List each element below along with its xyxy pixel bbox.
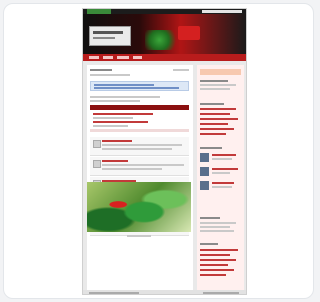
sidebar-text	[200, 222, 236, 224]
logo-text-line	[93, 31, 123, 34]
sidebar-heading	[200, 80, 228, 82]
info-line	[90, 100, 140, 102]
post-text	[102, 148, 172, 150]
sidebar	[197, 65, 244, 290]
notice-text	[94, 84, 154, 86]
sidebar-link[interactable]	[200, 269, 234, 271]
post-title[interactable]	[102, 140, 132, 142]
thumbnail-image[interactable]	[200, 181, 209, 190]
sidebar-text	[200, 88, 230, 90]
page-footer	[83, 290, 246, 294]
post-text	[102, 168, 162, 170]
nav-item-4[interactable]	[133, 56, 142, 59]
sidebar-heading	[200, 103, 224, 105]
sidebar-link[interactable]	[212, 168, 238, 170]
sidebar-link[interactable]	[200, 264, 228, 266]
site-header-banner	[83, 14, 246, 54]
sidebar-heading	[200, 217, 220, 219]
sidebar-link[interactable]	[200, 133, 226, 135]
banner-artwork	[145, 30, 181, 50]
page-subtitle	[90, 74, 130, 76]
site-logo[interactable]	[89, 26, 131, 46]
sidebar-link[interactable]	[200, 254, 230, 256]
post-title[interactable]	[102, 160, 128, 162]
thumbnail-image[interactable]	[200, 167, 209, 176]
nav-item-2[interactable]	[103, 56, 113, 59]
sidebar-text	[212, 158, 232, 160]
list-item[interactable]	[90, 137, 189, 156]
sidebar-text	[200, 230, 234, 232]
sidebar-heading	[200, 243, 218, 245]
nav-item-1[interactable]	[89, 56, 99, 59]
sidebar-link[interactable]	[200, 118, 238, 120]
nav-item-3[interactable]	[117, 56, 129, 59]
main-navigation	[83, 54, 246, 61]
avatar	[93, 140, 101, 148]
main-content	[87, 65, 193, 290]
footer-text	[89, 292, 139, 294]
page-tools[interactable]	[173, 69, 189, 71]
breadcrumb[interactable]	[90, 69, 112, 71]
pagination[interactable]	[127, 235, 151, 237]
thread-link[interactable]	[93, 113, 153, 115]
section-header	[90, 105, 189, 110]
sidebar-link[interactable]	[200, 123, 228, 125]
sidebar-link[interactable]	[200, 249, 238, 251]
sidebar-link[interactable]	[200, 108, 236, 110]
section-header	[90, 129, 189, 132]
sidebar-text	[212, 186, 232, 188]
forum-page-thumbnail[interactable]	[82, 8, 247, 295]
logo-subtext-line	[93, 37, 115, 39]
notice-box	[90, 81, 189, 91]
post-text	[102, 144, 182, 146]
thread-meta	[93, 125, 128, 127]
sidebar-link[interactable]	[200, 259, 236, 261]
thread-meta	[93, 117, 133, 119]
footer-links[interactable]	[203, 292, 239, 294]
sidebar-link[interactable]	[200, 274, 226, 276]
thread-link[interactable]	[93, 121, 148, 123]
post-text	[102, 164, 184, 166]
info-line	[90, 96, 160, 98]
avatar	[93, 160, 101, 168]
thumbnail-image[interactable]	[200, 153, 209, 162]
sidebar-text	[212, 172, 230, 174]
sidebar-link[interactable]	[212, 154, 236, 156]
sidebar-text	[200, 226, 230, 228]
sidebar-link[interactable]	[212, 182, 234, 184]
sidebar-text	[200, 84, 236, 86]
sidebar-link[interactable]	[200, 128, 234, 130]
sidebar-heading	[200, 147, 222, 149]
featured-photo[interactable]	[87, 182, 191, 232]
search-input[interactable]	[202, 10, 242, 13]
list-item[interactable]	[90, 157, 189, 176]
banner-artwork-accent	[178, 26, 200, 40]
notice-text	[94, 87, 179, 89]
sidebar-link[interactable]	[200, 113, 230, 115]
sidebar-button[interactable]	[200, 69, 241, 75]
